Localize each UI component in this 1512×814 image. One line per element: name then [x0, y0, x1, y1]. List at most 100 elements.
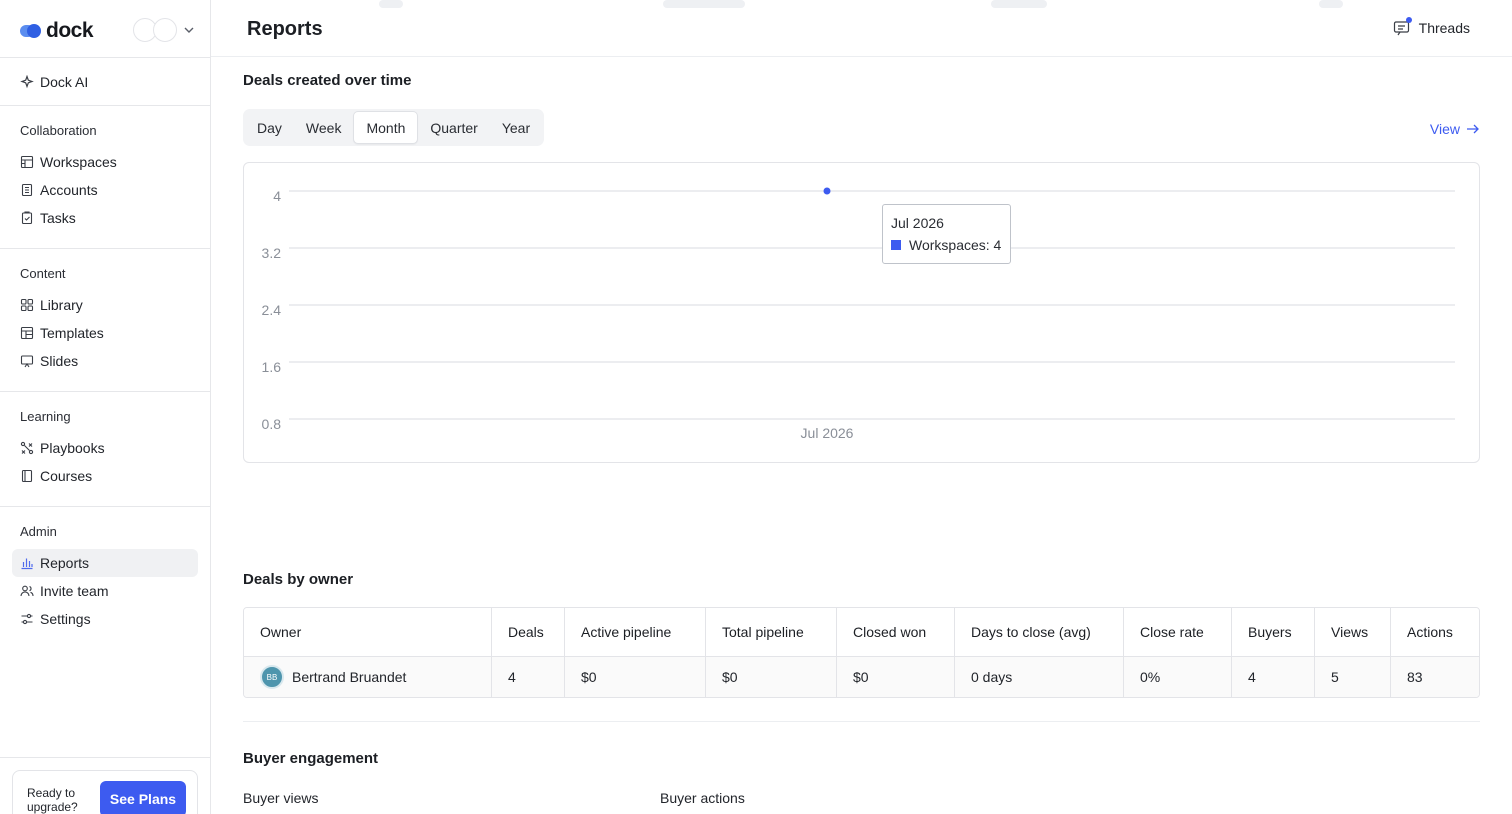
page-header: Reports Threads	[211, 0, 1512, 57]
sidebar-item-label: Workspaces	[40, 154, 117, 170]
x-tick-label: Jul 2026	[801, 425, 854, 441]
section-title-collaboration: Collaboration	[20, 123, 97, 138]
sidebar-item-dock-ai[interactable]: Dock AI	[12, 68, 198, 96]
table-cell: $0	[565, 657, 706, 697]
sidebar-item-tasks[interactable]: Tasks	[12, 204, 198, 232]
sidebar-item-label: Invite team	[40, 583, 109, 599]
period-year[interactable]: Year	[490, 111, 542, 144]
table-cell: $0	[706, 657, 837, 697]
table-cell: $0	[837, 657, 955, 697]
app: dock Dock AI Collaboration Workspaces Ac…	[0, 0, 1512, 814]
table-cell: 83	[1407, 669, 1423, 685]
sidebar-item-label: Reports	[40, 555, 90, 571]
table-cell: 0 days	[955, 657, 1124, 697]
sidebar-item-label: Slides	[40, 353, 79, 369]
sidebar-item-workspaces[interactable]: Workspaces	[12, 148, 198, 176]
tooltip-series-swatch	[891, 240, 901, 250]
column-header[interactable]: Close rate	[1124, 608, 1232, 656]
sidebar-item-library[interactable]: Library	[12, 291, 198, 319]
table-row[interactable]: BB Bertrand Bruandet 4 $0 $0 $0 0 days 0…	[244, 657, 1479, 697]
book-icon	[20, 469, 34, 483]
column-header[interactable]: Total pipeline	[706, 608, 837, 656]
y-tick-label: 1.6	[262, 359, 282, 375]
sidebar-item-label: Accounts	[40, 182, 98, 198]
section-title-learning: Learning	[20, 409, 71, 424]
playbook-icon	[20, 441, 34, 455]
sidebar-item-settings[interactable]: Settings	[12, 605, 198, 633]
building-icon	[20, 183, 34, 197]
arrow-right-icon	[1467, 124, 1479, 134]
sidebar-item-templates[interactable]: Templates	[12, 319, 198, 347]
workspace-avatar	[153, 18, 177, 42]
scrolled-content-ghost	[991, 0, 1047, 8]
table-cell: 4	[1232, 657, 1315, 697]
chat-icon	[1393, 17, 1412, 37]
sidebar-item-label: Tasks	[40, 210, 76, 226]
sidebar-item-invite-team[interactable]: Invite team	[12, 577, 198, 605]
column-header[interactable]: Closed won	[837, 608, 955, 656]
column-header[interactable]: Owner	[244, 608, 492, 656]
see-plans-button[interactable]: See Plans	[100, 781, 186, 814]
chevron-down-icon	[184, 27, 194, 33]
sidebar-item-label: Settings	[40, 611, 91, 627]
y-tick-label: 0.8	[262, 416, 282, 432]
column-header[interactable]: Buyers	[1232, 608, 1315, 656]
owner-cell: BB Bertrand Bruandet	[244, 657, 492, 697]
column-header[interactable]: Deals	[492, 608, 565, 656]
brand-name: dock	[46, 19, 94, 42]
notification-dot	[1405, 17, 1412, 23]
template-icon	[20, 326, 34, 340]
period-week[interactable]: Week	[294, 111, 354, 144]
column-header[interactable]: Active pipeline	[565, 608, 706, 656]
sidebar-item-label: Templates	[40, 325, 104, 341]
period-segmented-control: Day Week Month Quarter Year	[243, 109, 545, 146]
period-day[interactable]: Day	[245, 111, 294, 144]
upgrade-card: Ready to upgrade? See Plans	[12, 770, 198, 814]
chart-tooltip: Jul 2026 Workspaces: 4	[882, 204, 1011, 264]
chart-canvas: 4 3.2 2.4 1.6 0.8 Jul 2026	[262, 187, 1455, 441]
sidebar-item-reports[interactable]: Reports	[12, 549, 198, 577]
view-link-label: View	[1429, 121, 1460, 137]
buyer-views-title: Buyer views	[243, 790, 319, 806]
users-icon	[20, 584, 34, 598]
data-point	[823, 187, 831, 195]
tooltip-label: Jul 2026	[891, 215, 944, 231]
threads-button[interactable]: Threads	[1393, 17, 1470, 37]
scrolled-content-ghost	[663, 0, 745, 8]
y-tick-label: 3.2	[262, 245, 282, 261]
workspace-switcher[interactable]	[133, 18, 195, 42]
period-month[interactable]: Month	[353, 111, 419, 144]
sidebar-item-accounts[interactable]: Accounts	[12, 176, 198, 204]
sidebar-item-courses[interactable]: Courses	[12, 462, 198, 490]
section-title-content: Content	[20, 266, 66, 281]
library-grid-icon	[20, 298, 34, 312]
section-title-deals-by-owner: Deals by owner	[243, 571, 354, 588]
brand-logo[interactable]: dock	[20, 18, 94, 44]
column-header[interactable]: Actions	[1391, 608, 1479, 656]
table-cell: 5	[1315, 657, 1391, 697]
sliders-icon	[20, 612, 34, 626]
section-title-buyer-engagement: Buyer engagement	[243, 750, 379, 767]
section-title-deals-over-time: Deals created over time	[243, 72, 412, 89]
sidebar-item-slides[interactable]: Slides	[12, 347, 198, 375]
sidebar-item-label: Library	[40, 297, 83, 313]
table-cell: 4	[492, 657, 565, 697]
bar-chart-icon	[20, 556, 34, 570]
view-link[interactable]: View	[1430, 121, 1480, 137]
sidebar-item-label: Courses	[40, 468, 93, 484]
sparkle-icon	[20, 75, 34, 89]
owner-name: Bertrand Bruandet	[292, 669, 407, 685]
y-tick-label: 2.4	[262, 302, 282, 318]
sidebar-item-label: Dock AI	[40, 74, 89, 90]
y-tick-label: 4	[273, 188, 281, 204]
sidebar: dock Dock AI Collaboration Workspaces Ac…	[0, 0, 211, 814]
table-header-row: Owner Deals Active pipeline Total pipeli…	[244, 608, 1479, 657]
avatar: BB	[260, 665, 284, 689]
column-header[interactable]: Days to close (avg)	[955, 608, 1124, 656]
table-cell: 0%	[1124, 657, 1232, 697]
tooltip-series-value: Workspaces: 4	[909, 237, 1002, 253]
sidebar-item-playbooks[interactable]: Playbooks	[12, 434, 198, 462]
column-header[interactable]: Views	[1315, 608, 1391, 656]
period-quarter[interactable]: Quarter	[418, 111, 489, 144]
grid-icon	[20, 155, 34, 169]
